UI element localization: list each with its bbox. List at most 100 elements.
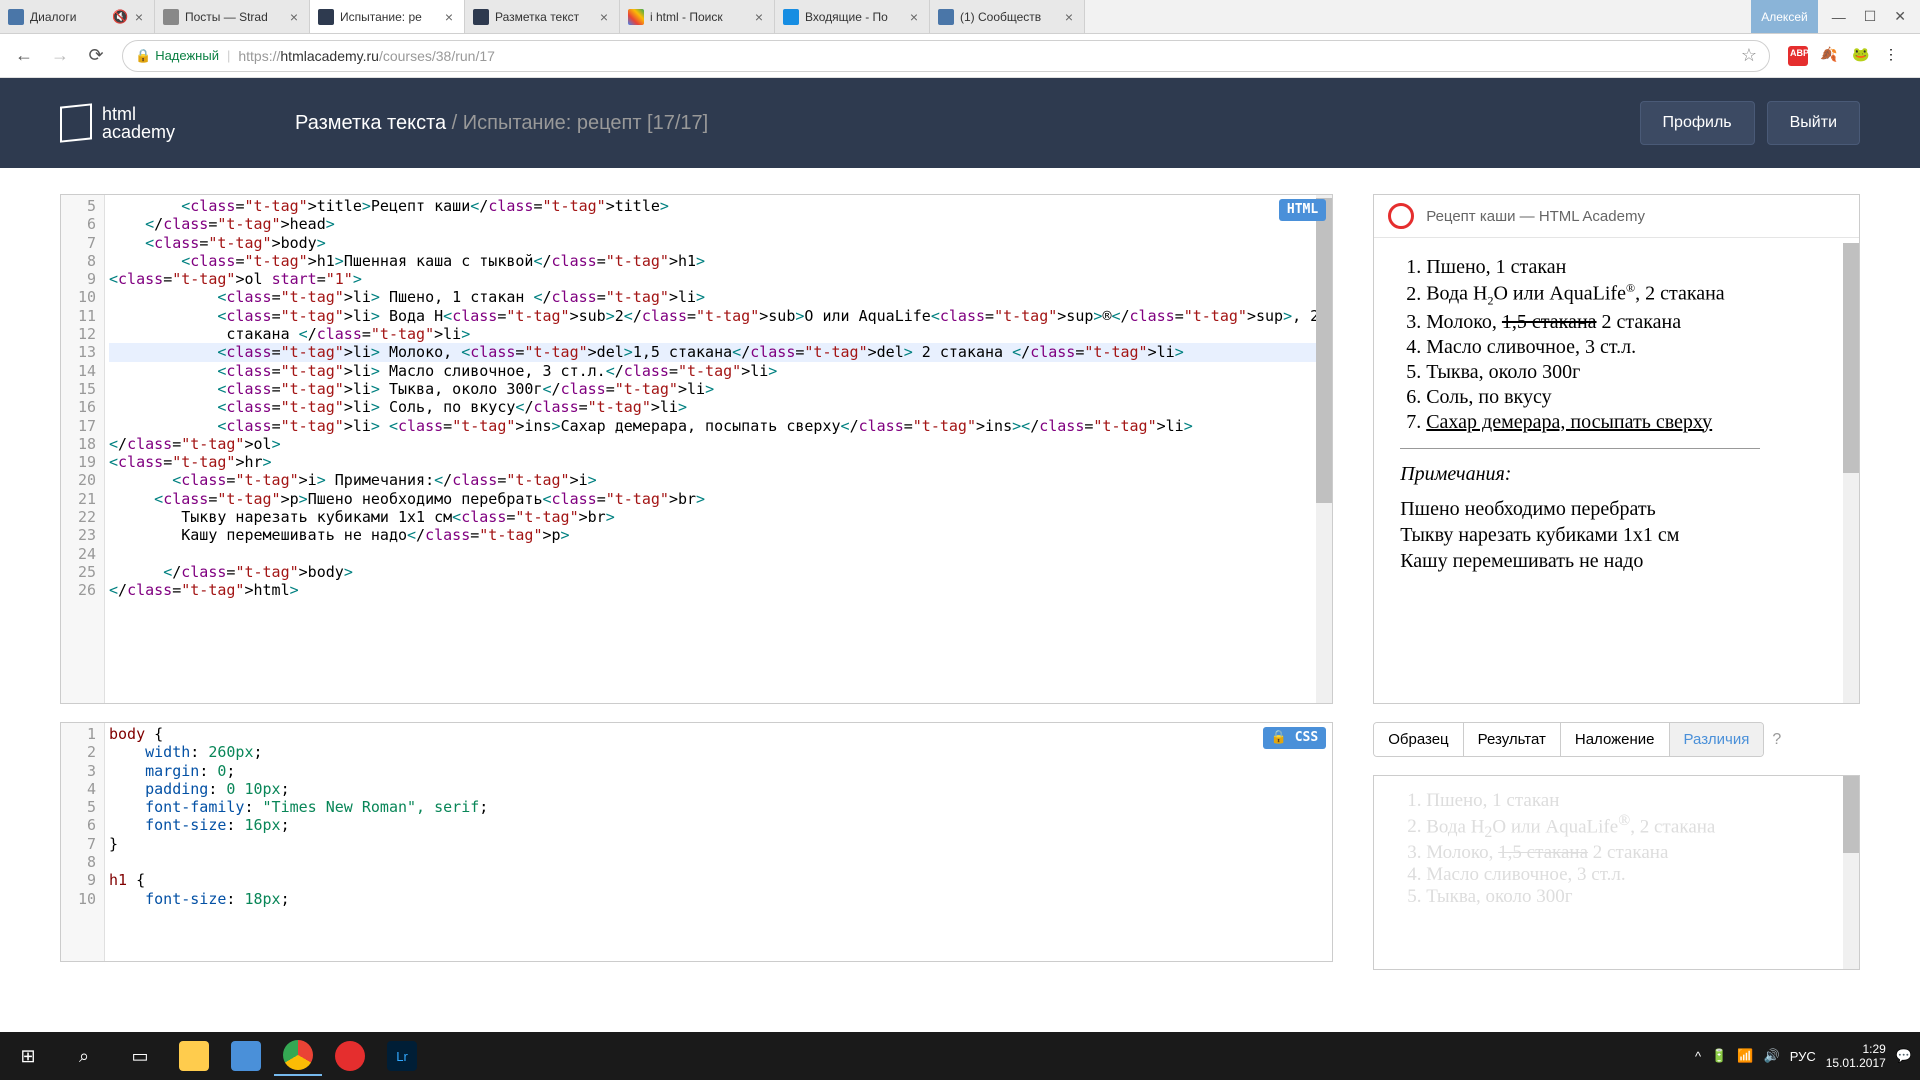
tab-diff[interactable]: Различия	[1670, 723, 1764, 756]
notifications-icon[interactable]: 💬	[1896, 1048, 1912, 1064]
browser-tab[interactable]: (1) Сообществ ×	[930, 0, 1085, 33]
close-icon[interactable]: ×	[132, 10, 146, 24]
opera-icon[interactable]	[326, 1036, 374, 1076]
app-header: htmlacademy Разметка текста / Испытание:…	[0, 78, 1920, 168]
close-icon[interactable]: ×	[442, 10, 456, 24]
secure-badge: 🔒 Надежный	[135, 48, 219, 64]
browser-tab-active[interactable]: Испытание: ре ×	[310, 0, 465, 33]
divider	[1400, 448, 1760, 449]
crumb-main[interactable]: Разметка текста	[295, 112, 446, 134]
profile-button[interactable]: Алексей	[1751, 0, 1817, 33]
url-text: https://htmlacademy.ru/courses/38/run/17	[238, 48, 1733, 64]
preview-pane: Рецепт каши — HTML Academy Пшено, 1 стак…	[1373, 194, 1860, 704]
logout-button[interactable]: Выйти	[1767, 101, 1860, 145]
language-indicator[interactable]: РУС	[1790, 1049, 1816, 1064]
close-icon[interactable]: ×	[287, 10, 301, 24]
forward-button[interactable]: →	[44, 40, 76, 72]
menu-icon[interactable]: ⋮	[1884, 46, 1904, 66]
profile-button[interactable]: Профиль	[1640, 101, 1755, 145]
tab-title: Посты — Strad	[185, 10, 281, 24]
browser-tab[interactable]: Диалоги 🔇 ×	[0, 0, 155, 33]
favicon	[783, 9, 799, 25]
scrollbar[interactable]	[1843, 243, 1859, 703]
ext-icon[interactable]: 🍂	[1820, 46, 1840, 66]
tray-up-icon[interactable]: ^	[1695, 1049, 1701, 1064]
maximize-icon[interactable]: ☐	[1864, 8, 1877, 25]
css-editor[interactable]: 🔒 CSS 12345678910 body { width: 260px; m…	[60, 722, 1333, 962]
search-icon[interactable]: ⌕	[56, 1032, 112, 1080]
scrollbar[interactable]	[1316, 195, 1332, 703]
minimize-icon[interactable]: —	[1832, 9, 1846, 25]
breadcrumb: Разметка текста / Испытание: рецепт [17/…	[295, 112, 708, 135]
volume-icon[interactable]: 🔊	[1764, 1048, 1780, 1064]
recipe-list: Пшено, 1 стакан Вода H2O или AquaLife®, …	[1400, 256, 1833, 434]
list-item: Вода H2O или AquaLife®, 2 стакана	[1426, 281, 1833, 309]
scrollbar[interactable]	[1843, 776, 1859, 969]
preview-body: Пшено, 1 стакан Вода H2O или AquaLife®, …	[1374, 238, 1859, 703]
close-icon[interactable]: ×	[907, 10, 921, 24]
browser-tab[interactable]: Разметка текст ×	[465, 0, 620, 33]
html-badge: HTML	[1279, 199, 1326, 221]
favicon	[8, 9, 24, 25]
browser-tab-strip: Диалоги 🔇 × Посты — Strad × Испытание: р…	[0, 0, 1920, 34]
favicon	[473, 9, 489, 25]
bookmark-icon[interactable]: ☆	[1741, 45, 1757, 66]
code-area[interactable]: <class="t-tag">title>Рецепт каши</class=…	[105, 195, 1332, 703]
browser-tab[interactable]: Посты — Strad ×	[155, 0, 310, 33]
browser-tab[interactable]: Входящие - По ×	[775, 0, 930, 33]
tab-sample[interactable]: Образец	[1374, 723, 1463, 756]
css-badge: 🔒 CSS	[1263, 727, 1327, 749]
list-item: Масло сливочное, 3 ст.л.	[1426, 336, 1833, 359]
mute-icon[interactable]: 🔇	[112, 9, 126, 25]
line-gutter: 12345678910	[61, 723, 105, 961]
browser-tab[interactable]: i html - Поиск ×	[620, 0, 775, 33]
favicon	[628, 9, 644, 25]
preview-title: Рецепт каши — HTML Academy	[1426, 208, 1645, 225]
wifi-icon[interactable]: 📶	[1737, 1048, 1753, 1064]
code-area[interactable]: body { width: 260px; margin: 0; padding:…	[105, 723, 1332, 961]
list-item: Молоко, 1,5 стакана 2 стакана	[1426, 311, 1833, 334]
taskbar: ⊞ ⌕ ▭ Lr ^ 🔋 📶 🔊 РУС 1:29 15.01.2017 💬	[0, 1032, 1920, 1080]
tab-title: i html - Поиск	[650, 10, 746, 24]
logo-text: htmlacademy	[102, 105, 175, 141]
app-icon[interactable]	[222, 1036, 270, 1076]
close-window-icon[interactable]: ✕	[1894, 8, 1906, 25]
list-item: Пшено, 1 стакан	[1426, 256, 1833, 279]
list-item: Тыква, около 300г	[1426, 361, 1833, 384]
compare-tabs: Образец Результат Наложение Различия	[1373, 722, 1764, 757]
close-icon[interactable]: ×	[752, 10, 766, 24]
back-button[interactable]: ←	[8, 40, 40, 72]
tab-overlay[interactable]: Наложение	[1561, 723, 1670, 756]
close-icon[interactable]: ×	[1062, 10, 1076, 24]
tab-title: Входящие - По	[805, 10, 901, 24]
help-icon[interactable]: ?	[1772, 731, 1781, 749]
chrome-icon[interactable]	[274, 1036, 322, 1076]
crumb-sub: Испытание: рецепт [17/17]	[463, 112, 708, 134]
start-button[interactable]: ⊞	[0, 1032, 56, 1080]
url-input[interactable]: 🔒 Надежный | https://htmlacademy.ru/cour…	[122, 40, 1770, 72]
window-controls: — ☐ ✕	[1818, 0, 1920, 33]
battery-icon[interactable]: 🔋	[1711, 1048, 1727, 1064]
notes-heading: Примечания:	[1400, 463, 1833, 486]
html-editor[interactable]: HTML 56789101112131415161718192021222324…	[60, 194, 1333, 704]
opera-icon	[1388, 203, 1414, 229]
list-item: Тыква, около 300г	[1426, 886, 1833, 908]
list-item: Соль, по вкусу	[1426, 386, 1833, 409]
task-view-icon[interactable]: ▭	[112, 1032, 168, 1080]
abp-icon[interactable]: ABP	[1788, 46, 1808, 66]
extensions: ABP 🍂 🐸 ⋮	[1780, 46, 1912, 66]
clock[interactable]: 1:29 15.01.2017	[1826, 1042, 1886, 1071]
reload-button[interactable]: ⟳	[80, 40, 112, 72]
list-item: Пшено, 1 стакан	[1426, 790, 1833, 812]
tab-title: (1) Сообществ	[960, 10, 1056, 24]
list-item: Молоко, 1,5 стакана 2 стакана	[1426, 842, 1833, 864]
tab-result[interactable]: Результат	[1464, 723, 1561, 756]
diff-view: Пшено, 1 стакан Вода H2O или AquaLife®, …	[1373, 775, 1860, 970]
favicon	[938, 9, 954, 25]
logo[interactable]: htmlacademy	[60, 105, 175, 141]
close-icon[interactable]: ×	[597, 10, 611, 24]
ext-icon[interactable]: 🐸	[1852, 46, 1872, 66]
workspace: HTML 56789101112131415161718192021222324…	[0, 168, 1920, 1032]
explorer-icon[interactable]	[170, 1036, 218, 1076]
lightroom-icon[interactable]: Lr	[378, 1036, 426, 1076]
